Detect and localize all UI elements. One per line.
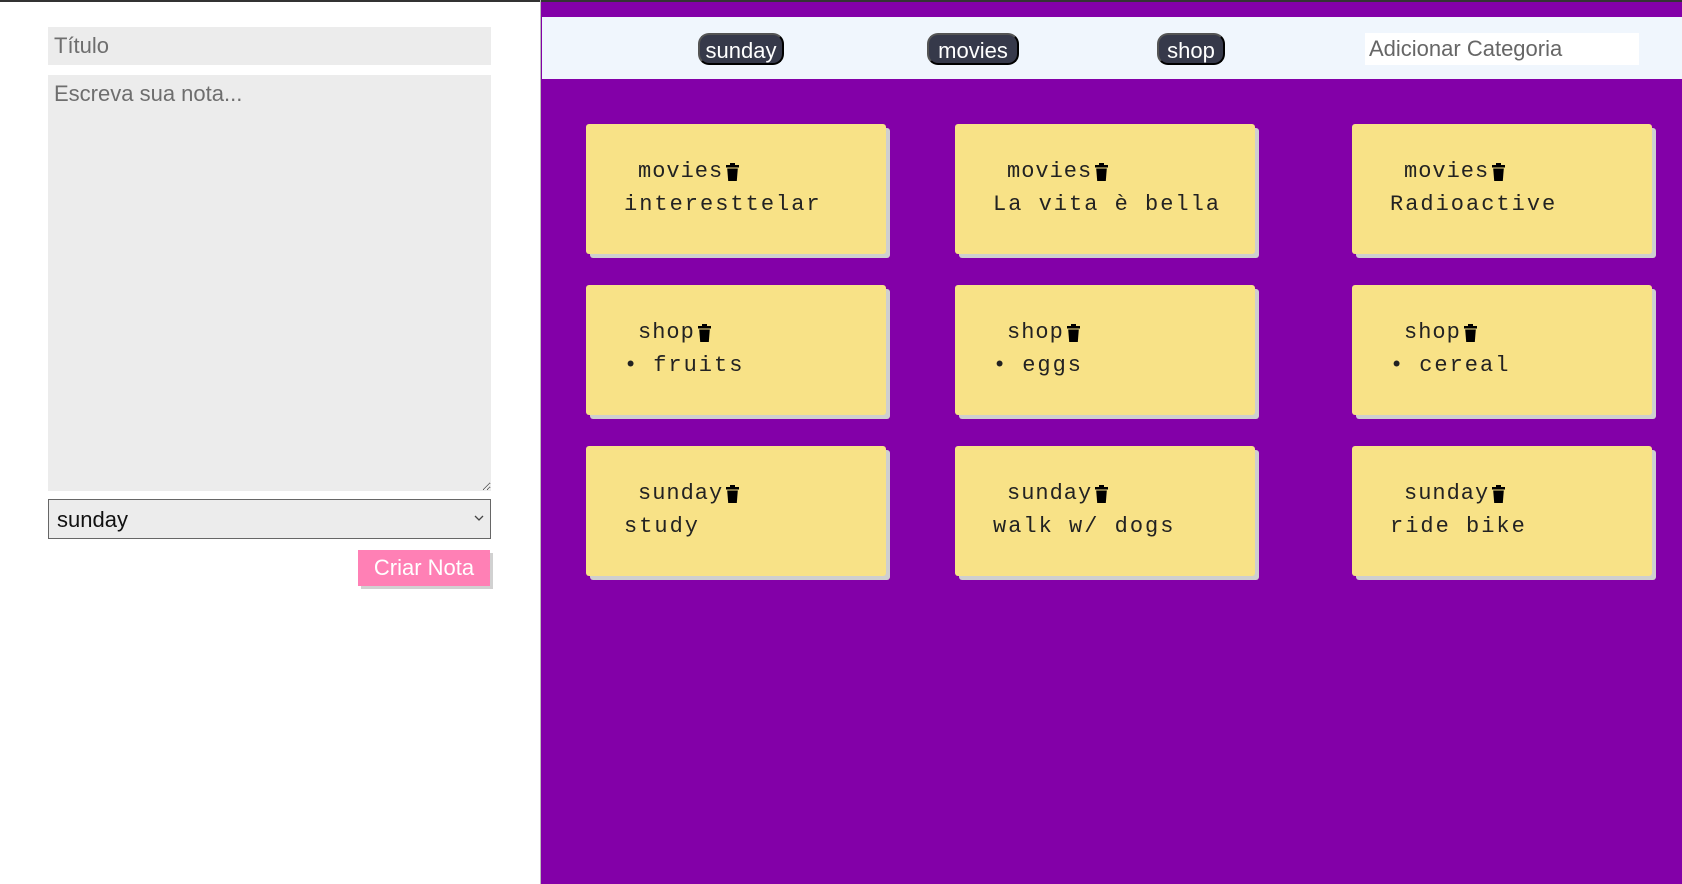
category-bar: sunday movies shop	[542, 17, 1682, 79]
note-text: La vita è bella	[993, 192, 1222, 217]
note-category: movies	[1007, 159, 1093, 184]
trash-icon[interactable]	[1066, 323, 1080, 342]
create-note-button[interactable]: Criar Nota	[358, 550, 490, 586]
note-header: shop	[1404, 320, 1477, 345]
note-header: sunday	[638, 481, 740, 506]
notes-board: sunday movies shop movies interesttelar …	[541, 2, 1682, 884]
note-header: shop	[638, 320, 711, 345]
bullet-icon: •	[624, 353, 640, 378]
trash-icon[interactable]	[1095, 484, 1109, 503]
note-category: shop	[638, 320, 695, 345]
trash-icon[interactable]	[726, 484, 740, 503]
note-textarea[interactable]	[48, 75, 491, 491]
note-card: shop • fruits	[586, 285, 886, 415]
bullet-icon: •	[1390, 353, 1406, 378]
trash-icon[interactable]	[1492, 484, 1506, 503]
trash-icon[interactable]	[726, 162, 740, 181]
note-card: sunday study	[586, 446, 886, 576]
category-select[interactable]: sunday movies shop	[48, 499, 491, 539]
note-text: walk w/ dogs	[993, 514, 1176, 539]
note-header: movies	[1007, 159, 1109, 184]
note-card: shop • eggs	[955, 285, 1255, 415]
note-header: sunday	[1404, 481, 1506, 506]
note-text: Radioactive	[1390, 192, 1558, 217]
note-category: movies	[1404, 159, 1490, 184]
note-list-item: eggs	[1022, 353, 1084, 378]
note-text: interesttelar	[624, 192, 822, 217]
note-category: sunday	[1007, 481, 1093, 506]
note-card: shop • cereal	[1352, 285, 1652, 415]
note-header: movies	[1404, 159, 1506, 184]
note-text: ride bike	[1390, 514, 1527, 539]
note-card: movies interesttelar	[586, 124, 886, 254]
note-text-list: • fruits	[624, 353, 744, 378]
note-header: sunday	[1007, 481, 1109, 506]
category-pill-movies[interactable]: movies	[927, 33, 1019, 65]
notes-app: sunday movies shop Criar Nota sunday mov…	[0, 0, 1682, 884]
note-list-item: cereal	[1419, 353, 1511, 378]
note-text: study	[624, 514, 701, 539]
trash-icon[interactable]	[1463, 323, 1477, 342]
note-list-item: fruits	[653, 353, 745, 378]
category-pill-shop[interactable]: shop	[1157, 33, 1225, 65]
note-category: shop	[1404, 320, 1461, 345]
note-header: shop	[1007, 320, 1080, 345]
note-text-list: • cereal	[1390, 353, 1510, 378]
note-card: sunday walk w/ dogs	[955, 446, 1255, 576]
trash-icon[interactable]	[1095, 162, 1109, 181]
trash-icon[interactable]	[697, 323, 711, 342]
note-category: shop	[1007, 320, 1064, 345]
note-category: sunday	[1404, 481, 1490, 506]
note-category: sunday	[638, 481, 724, 506]
bullet-icon: •	[993, 353, 1009, 378]
note-header: movies	[638, 159, 740, 184]
note-category: movies	[638, 159, 724, 184]
note-form-panel: sunday movies shop Criar Nota	[0, 2, 540, 884]
trash-icon[interactable]	[1492, 162, 1506, 181]
add-category-input[interactable]	[1365, 33, 1639, 65]
note-card: movies Radioactive	[1352, 124, 1652, 254]
category-pill-sunday[interactable]: sunday	[698, 33, 784, 65]
note-card: sunday ride bike	[1352, 446, 1652, 576]
note-card: movies La vita è bella	[955, 124, 1255, 254]
note-text-list: • eggs	[993, 353, 1083, 378]
title-input[interactable]	[48, 27, 491, 65]
